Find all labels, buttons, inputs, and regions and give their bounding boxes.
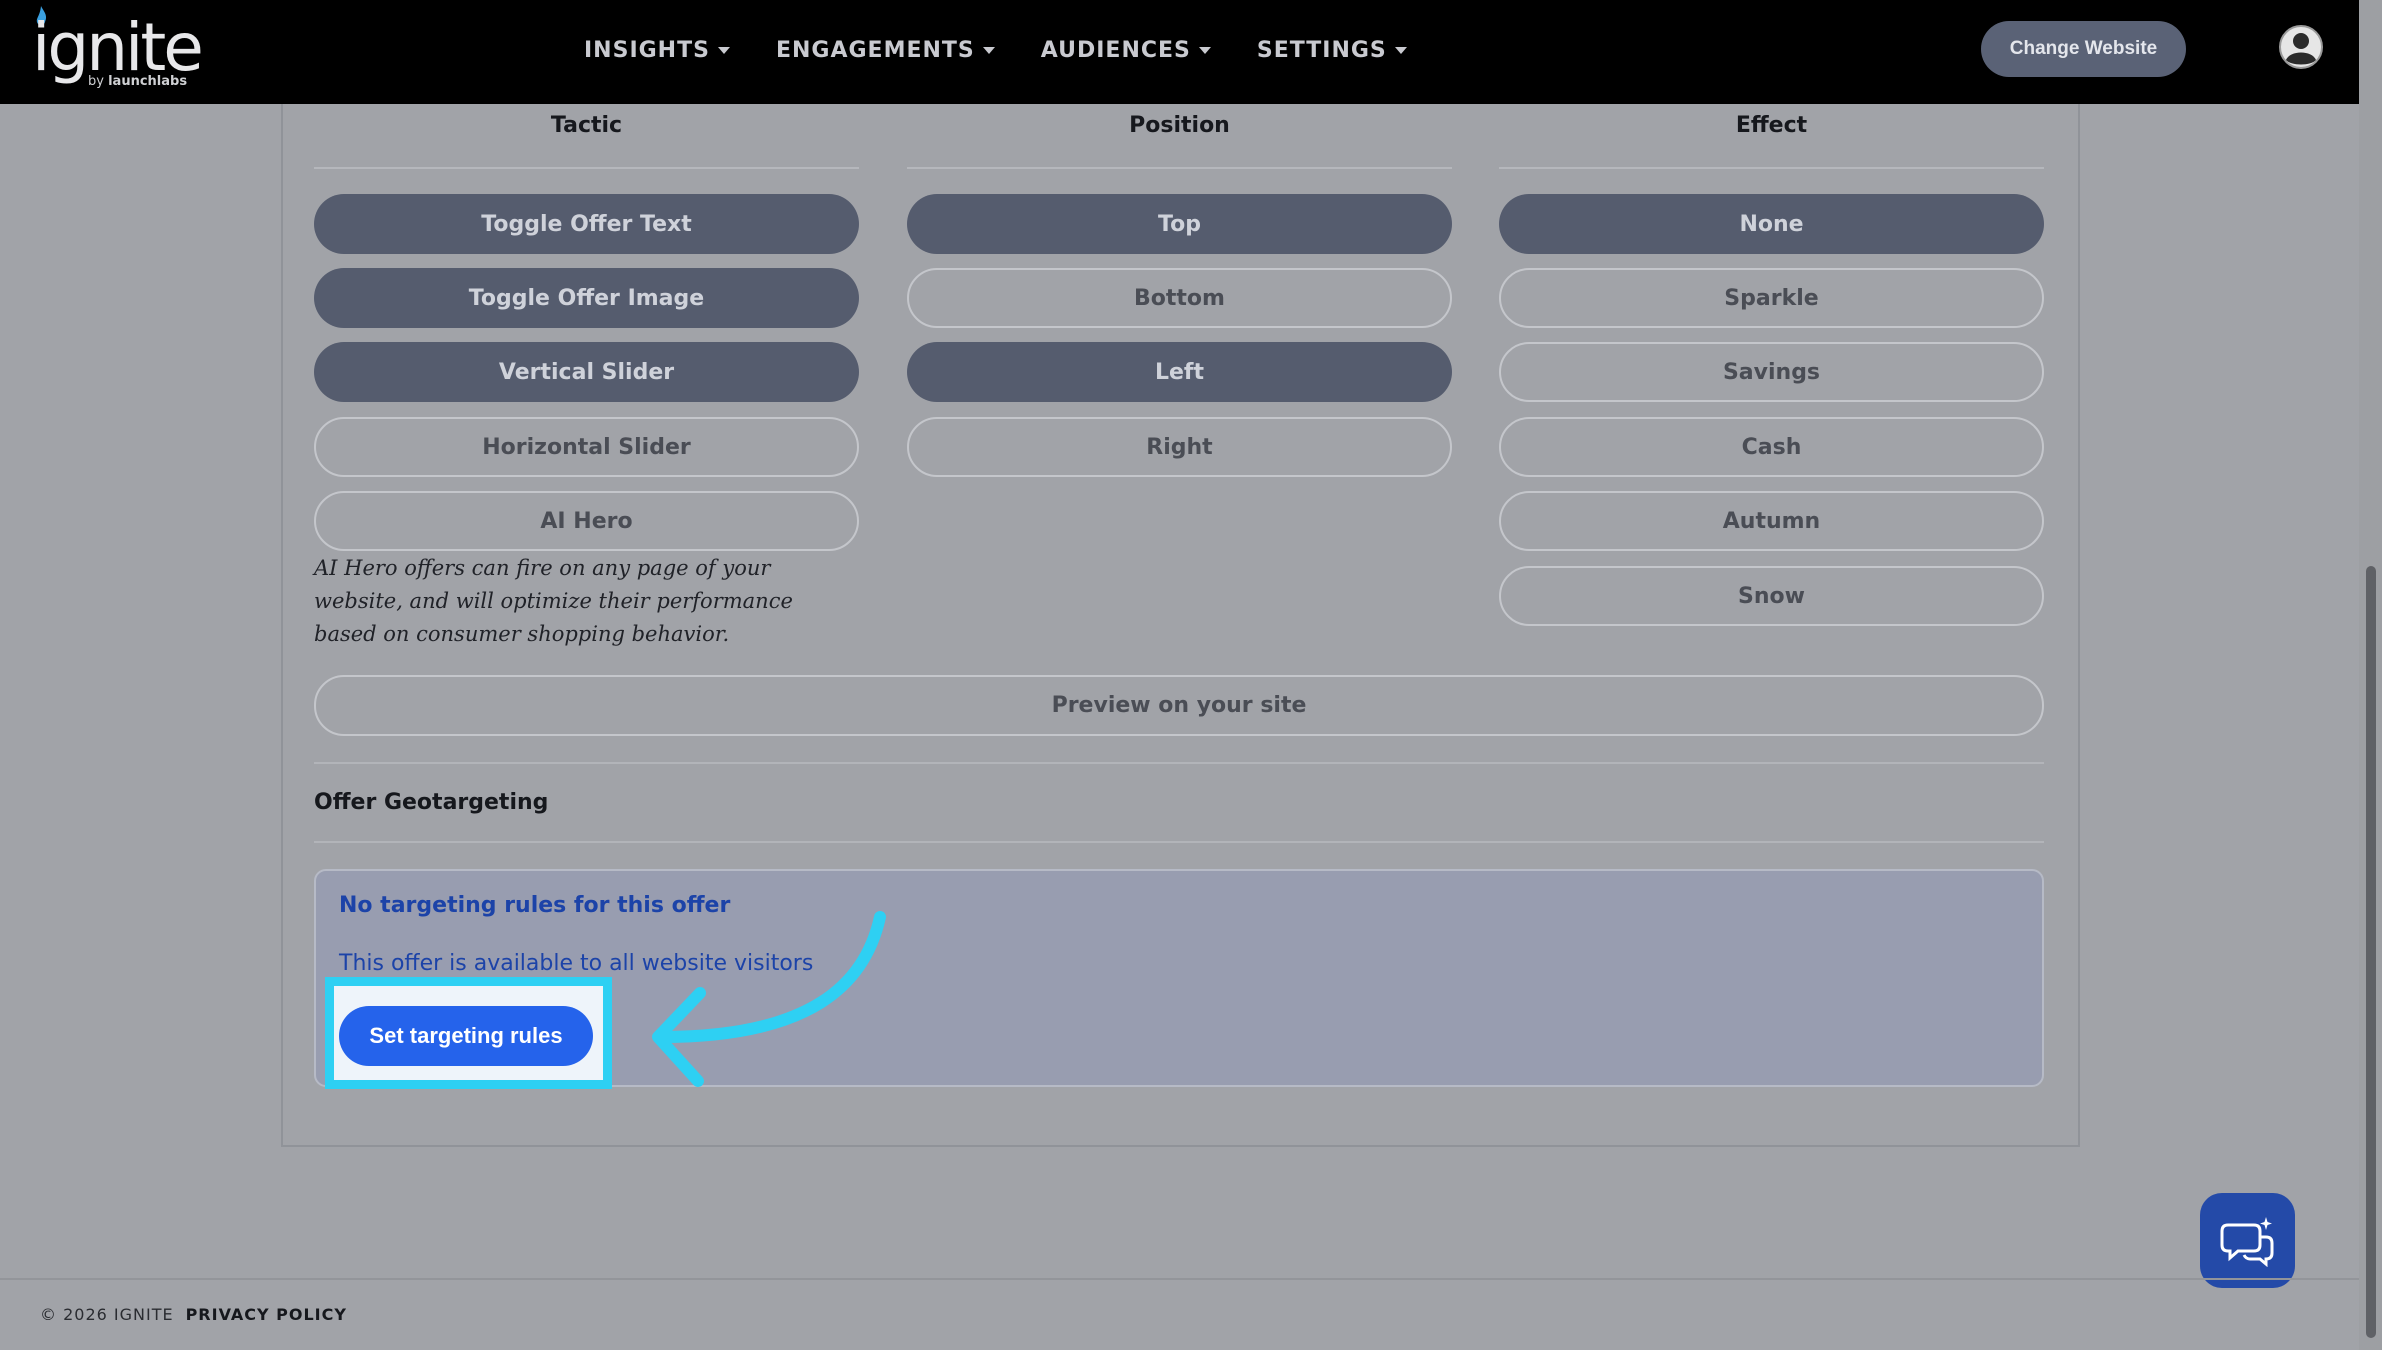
nav-settings-label: SETTINGS <box>1256 37 1387 63</box>
set-targeting-rules-button[interactable]: Set targeting rules <box>339 1006 593 1066</box>
chevron-down-icon <box>1394 46 1407 54</box>
chevron-down-icon <box>717 46 730 54</box>
effect-snow[interactable]: Snow <box>1499 566 2044 626</box>
offer-geotargeting-title: Offer Geotargeting <box>314 790 549 815</box>
ignite-logo[interactable]: ignite by launchlabs <box>32 6 204 92</box>
user-avatar-icon[interactable] <box>2278 24 2324 70</box>
tactic-heading: Tactic <box>550 113 623 138</box>
nav-insights-label: INSIGHTS <box>584 37 710 63</box>
effect-divider <box>1499 167 2044 169</box>
tactic-horizontal-slider[interactable]: Horizontal Slider <box>314 417 859 477</box>
nav-audiences-label: AUDIENCES <box>1040 37 1191 63</box>
top-navigation-bar: ignite by launchlabs INSIGHTS ENGAGEMENT… <box>0 0 2359 104</box>
footer: © 2026 IGNITE PRIVACY POLICY <box>40 1305 347 1324</box>
main-nav: INSIGHTS ENGAGEMENTS AUDIENCES SETTINGS <box>584 0 1407 100</box>
effect-savings[interactable]: Savings <box>1499 342 2044 402</box>
effect-none[interactable]: None <box>1499 194 2044 254</box>
nav-settings[interactable]: SETTINGS <box>1257 38 1407 63</box>
effect-sparkle[interactable]: Sparkle <box>1499 268 2044 328</box>
logo-tagline: by launchlabs <box>88 74 188 89</box>
page-scrollbar-thumb[interactable] <box>2366 566 2376 1338</box>
position-left[interactable]: Left <box>907 342 1452 402</box>
position-divider <box>907 167 1452 169</box>
effect-autumn[interactable]: Autumn <box>1499 491 2044 551</box>
tactic-vertical-slider[interactable]: Vertical Slider <box>314 342 859 402</box>
curved-arrow-icon <box>652 911 886 1087</box>
tactic-toggle-offer-image[interactable]: Toggle Offer Image <box>314 268 859 328</box>
nav-engagements[interactable]: ENGAGEMENTS <box>776 38 995 63</box>
effect-heading: Effect <box>1735 113 1808 138</box>
tactic-ai-hero[interactable]: AI Hero <box>314 491 859 551</box>
footer-divider <box>0 1278 2359 1280</box>
chevron-down-icon <box>1198 46 1211 54</box>
section-divider <box>314 841 2044 843</box>
change-website-button[interactable]: Change Website <box>1981 21 2186 77</box>
position-bottom[interactable]: Bottom <box>907 268 1452 328</box>
nav-audiences[interactable]: AUDIENCES <box>1041 38 1211 63</box>
position-right[interactable]: Right <box>907 417 1452 477</box>
nav-engagements-label: ENGAGEMENTS <box>775 37 975 63</box>
preview-on-site-button[interactable]: Preview on your site <box>314 675 2044 736</box>
copyright-text: © 2026 IGNITE <box>40 1305 174 1324</box>
privacy-policy-link[interactable]: PRIVACY POLICY <box>186 1305 347 1324</box>
chevron-down-icon <box>982 46 995 54</box>
tactic-toggle-offer-text[interactable]: Toggle Offer Text <box>314 194 859 254</box>
chat-support-icon <box>2220 1216 2273 1267</box>
tactic-divider <box>314 167 859 169</box>
chat-support-button[interactable] <box>2200 1193 2295 1288</box>
section-divider <box>314 762 2044 764</box>
ai-hero-description: AI Hero offers can fire on any page of y… <box>314 556 793 646</box>
position-top[interactable]: Top <box>907 194 1452 254</box>
position-heading: Position <box>1129 113 1230 138</box>
effect-cash[interactable]: Cash <box>1499 417 2044 477</box>
nav-insights[interactable]: INSIGHTS <box>584 38 730 63</box>
